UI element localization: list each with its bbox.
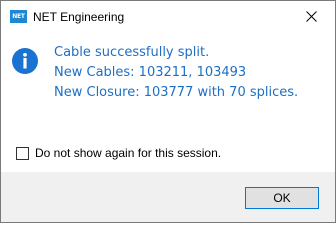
- button-bar: OK: [1, 172, 335, 222]
- message-line: New Cables: 103211, 103493: [54, 65, 247, 80]
- window-title: NET Engineering: [33, 10, 125, 24]
- close-icon: [306, 11, 317, 22]
- net-engineering-logo-icon: NET: [10, 10, 27, 23]
- info-icon: [12, 48, 38, 74]
- message-line: New Closure: 103777 with 70 splices.: [54, 85, 299, 100]
- message-text: Cable successfully split. New Cables: 10…: [54, 43, 298, 103]
- ok-button[interactable]: OK: [245, 187, 319, 209]
- close-button[interactable]: [289, 1, 335, 32]
- message-line: Cable successfully split.: [54, 45, 210, 60]
- title-bar[interactable]: NET NET Engineering: [1, 1, 335, 32]
- message-dialog: NET NET Engineering Cable successfully s…: [0, 0, 336, 223]
- do-not-show-again-checkbox[interactable]: [16, 147, 29, 160]
- do-not-show-again-label[interactable]: Do not show again for this session.: [35, 146, 221, 160]
